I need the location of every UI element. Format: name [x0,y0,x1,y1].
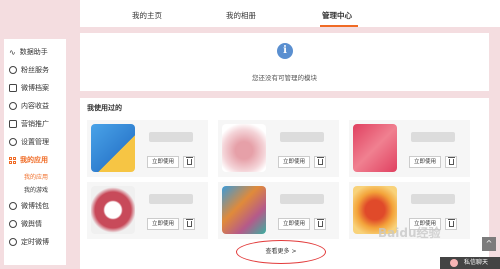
tab-my-album[interactable]: 我的相册 [226,10,256,21]
sidebar-item-label: 营销推广 [21,120,49,128]
info-icon: i [277,43,293,59]
delete-button[interactable] [183,218,195,230]
sidebar-item-label: 微舆情 [21,220,42,228]
trash-icon [448,219,455,227]
app-thumbnail [91,124,135,172]
sidebar-item-wallet[interactable]: 微博钱包 [9,201,49,211]
trash-icon [186,157,193,165]
use-now-button[interactable]: 立即使用 [278,218,310,230]
sidebar-item-marketing[interactable]: 营销推广 [9,119,49,129]
app-card: 立即使用 [218,120,339,177]
chat-label: 私信聊天 [464,259,489,266]
sidebar-item-content-revenue[interactable]: 内容收益 [9,101,49,111]
app-card: 立即使用 [218,182,339,239]
sidebar-item-label: 微博档案 [21,84,49,92]
sidebar-item-label: 定时微博 [21,238,49,246]
wallet-icon [9,202,17,210]
settings-icon [9,138,17,146]
sidebar-item-data-assistant[interactable]: ∿ 数据助手 [9,47,48,57]
view-more-button[interactable]: 查看更多 > [236,240,326,264]
apps-grid-icon [9,156,16,164]
top-navigation: 我的主页 我的相册 管理中心 [80,0,500,27]
private-chat-bar[interactable]: 私信聊天 [440,257,500,269]
opinion-icon [9,220,17,228]
sidebar-item-label: 微博钱包 [21,202,49,210]
tab-management-center[interactable]: 管理中心 [322,10,352,21]
app-card: 立即使用 [87,120,208,177]
fans-icon [9,66,17,74]
sidebar-subitem-my-apps[interactable]: 我的应用 [24,172,48,181]
sidebar-subitem-my-games[interactable]: 我的游戏 [24,185,48,194]
tab-my-homepage[interactable]: 我的主页 [132,10,162,21]
trash-icon [317,219,324,227]
delete-button[interactable] [445,218,457,230]
app-thumbnail [91,186,135,234]
revenue-icon [9,102,17,110]
sidebar-item-label: 设置管理 [21,138,49,146]
app-thumbnail [353,124,397,172]
use-now-button[interactable]: 立即使用 [147,156,179,168]
back-to-top-button[interactable]: ^ [482,237,496,251]
app-card: 立即使用 [349,120,470,177]
trash-icon [317,157,324,165]
chart-line-icon: ∿ [9,47,16,57]
app-name-blurred [411,132,455,142]
clock-icon [9,238,17,246]
app-thumbnail [222,124,266,172]
archive-icon [9,84,17,92]
watermark: Baidu经验 [378,226,441,240]
sidebar: ∿ 数据助手 粉丝服务 微博档案 内容收益 营销推广 设置管理 我的应用 我的应… [4,39,66,265]
app-name-blurred [280,132,324,142]
use-now-button[interactable]: 立即使用 [278,156,310,168]
sidebar-item-label: 数据助手 [19,48,48,56]
notice-text: 您还没有可管理的模块 [252,74,317,82]
delete-button[interactable] [314,218,326,230]
sidebar-item-label: 内容收益 [21,102,49,110]
use-now-button[interactable]: 立即使用 [409,156,441,168]
sidebar-item-my-apps[interactable]: 我的应用 [9,155,48,165]
sidebar-item-label: 粉丝服务 [21,66,49,74]
app-name-blurred [149,132,193,142]
sidebar-item-weibo-archive[interactable]: 微博档案 [9,83,49,93]
chat-icon [450,259,458,267]
sidebar-item-fan-service[interactable]: 粉丝服务 [9,65,49,75]
promotion-icon [9,120,17,128]
delete-button[interactable] [183,156,195,168]
app-card: 立即使用 [87,182,208,239]
app-name-blurred [149,194,193,204]
sidebar-item-scheduled-weibo[interactable]: 定时微博 [9,237,49,247]
sidebar-item-settings[interactable]: 设置管理 [9,137,49,147]
no-modules-notice: i 您还没有可管理的模块 [80,33,489,91]
used-apps-panel: 我使用过的 立即使用 立即使用 立即使用 立即使用 立即使用 立即使用 查看更多… [80,98,489,269]
app-thumbnail [222,186,266,234]
trash-icon [186,219,193,227]
sidebar-item-label: 我的应用 [20,156,48,164]
active-tab-indicator [320,25,358,27]
app-name-blurred [411,194,455,204]
app-name-blurred [280,194,324,204]
delete-button[interactable] [314,156,326,168]
trash-icon [448,157,455,165]
sidebar-item-public-opinion[interactable]: 微舆情 [9,219,42,229]
section-title: 我使用过的 [87,104,122,112]
use-now-button[interactable]: 立即使用 [147,218,179,230]
delete-button[interactable] [445,156,457,168]
